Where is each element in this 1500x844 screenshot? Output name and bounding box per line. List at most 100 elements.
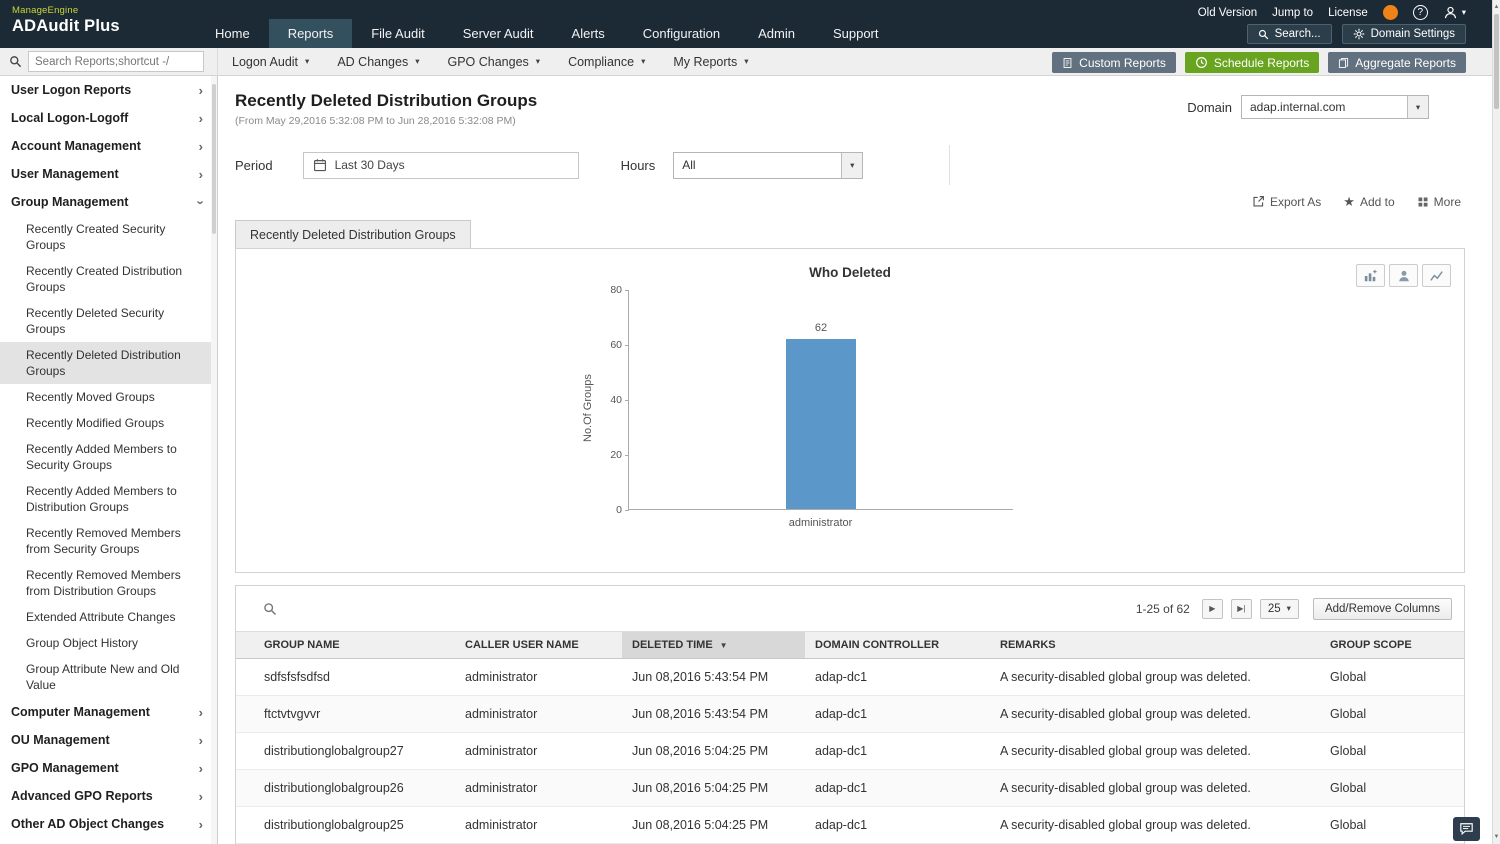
- sidebar-item-user-management[interactable]: User Management›: [0, 160, 217, 188]
- period-picker[interactable]: Last 30 Days: [303, 152, 579, 179]
- add-to-button[interactable]: ★ Add to: [1343, 193, 1394, 210]
- table-row[interactable]: distributionglobalgroup26administratorJu…: [236, 770, 1464, 807]
- top-link-license[interactable]: License: [1328, 7, 1368, 19]
- sidebar-item-recently-modified-groups[interactable]: Recently Modified Groups: [0, 410, 217, 436]
- last-page-button[interactable]: ▶|: [1231, 599, 1252, 619]
- chevron-down-icon: ▾: [305, 57, 309, 66]
- scroll-down-icon[interactable]: ▼: [1493, 831, 1500, 843]
- sidebar-item-recently-moved-groups[interactable]: Recently Moved Groups: [0, 384, 217, 410]
- menu-my-reports[interactable]: My Reports▾: [659, 48, 762, 75]
- nav-item-admin[interactable]: Admin: [739, 19, 814, 48]
- chevron-down-icon: ▾: [415, 57, 419, 66]
- sidebar-item-label: GPO Management: [11, 761, 119, 775]
- help-icon[interactable]: ?: [1413, 5, 1428, 20]
- top-link-jump-to[interactable]: Jump to: [1272, 7, 1313, 19]
- sidebar-item-extended-attribute-changes[interactable]: Extended Attribute Changes: [0, 604, 217, 630]
- table-row[interactable]: distributionglobalgroup27administratorJu…: [236, 733, 1464, 770]
- nav-item-support[interactable]: Support: [814, 19, 898, 48]
- sidebar-item-recently-added-members-to-security-groups[interactable]: Recently Added Members to Security Group…: [0, 436, 217, 478]
- sidebar-scrollbar-thumb[interactable]: [212, 84, 216, 234]
- nav-item-file-audit[interactable]: File Audit: [352, 19, 443, 48]
- y-tick-label: 0: [596, 504, 622, 516]
- table-row[interactable]: ftctvtvgvvradministratorJun 08,2016 5:43…: [236, 696, 1464, 733]
- sidebar-item-recently-created-distribution-groups[interactable]: Recently Created Distribution Groups: [0, 258, 217, 300]
- user-menu[interactable]: ▾: [1443, 5, 1466, 20]
- chart-type-line-icon[interactable]: [1422, 264, 1451, 287]
- chevron-right-icon: ›: [199, 706, 203, 719]
- scrollbar-thumb[interactable]: [1494, 14, 1499, 109]
- sidebar-item-ou-management[interactable]: OU Management›: [0, 726, 217, 754]
- column-header-caller-user-name[interactable]: CALLER USER NAME: [455, 632, 622, 659]
- sidebar-item-other-ad-object-changes[interactable]: Other AD Object Changes›: [0, 810, 217, 838]
- column-header-group-scope[interactable]: GROUP SCOPE: [1320, 632, 1464, 659]
- hours-select[interactable]: All ▾: [673, 152, 863, 179]
- table-cell: Jun 08,2016 5:04:25 PM: [622, 807, 805, 844]
- chart-bar[interactable]: [786, 339, 856, 510]
- nav-item-alerts[interactable]: Alerts: [553, 19, 624, 48]
- sidebar-item-group-attribute-new-and-old-value[interactable]: Group Attribute New and Old Value: [0, 656, 217, 698]
- sidebar-item-configuration-auditing[interactable]: Configuration Auditing›: [0, 838, 217, 844]
- search-icon: [1258, 29, 1269, 40]
- sidebar-item-recently-created-security-groups[interactable]: Recently Created Security Groups: [0, 216, 217, 258]
- column-header-remarks[interactable]: REMARKS: [990, 632, 1320, 659]
- column-header-deleted-time[interactable]: DELETED TIME▼: [622, 632, 805, 659]
- domain-select[interactable]: adap.internal.com ▾: [1241, 95, 1429, 119]
- chevron-down-icon: ▾: [641, 57, 645, 66]
- schedule-reports-button[interactable]: Schedule Reports: [1185, 52, 1319, 73]
- nav-item-server-audit[interactable]: Server Audit: [444, 19, 553, 48]
- chart-user-filter-icon[interactable]: [1389, 264, 1418, 287]
- more-button[interactable]: More: [1417, 193, 1461, 210]
- column-header-domain-controller[interactable]: DOMAIN CONTROLLER: [805, 632, 990, 659]
- custom-reports-button[interactable]: Custom Reports: [1052, 52, 1176, 73]
- feedback-chat-button[interactable]: [1453, 817, 1480, 841]
- sidebar-item-recently-removed-members-from-distribution-groups[interactable]: Recently Removed Members from Distributi…: [0, 562, 217, 604]
- menu-gpo-changes[interactable]: GPO Changes▾: [433, 48, 554, 75]
- menu-compliance[interactable]: Compliance▾: [554, 48, 659, 75]
- sidebar-item-advanced-gpo-reports[interactable]: Advanced GPO Reports›: [0, 782, 217, 810]
- column-header-group-name[interactable]: GROUP NAME: [236, 632, 455, 659]
- sidebar-item-user-logon-reports[interactable]: User Logon Reports›: [0, 76, 217, 104]
- sidebar-item-group-management[interactable]: Group Management›: [0, 188, 217, 216]
- title-row: Recently Deleted Distribution Groups (Fr…: [235, 91, 1465, 127]
- nav-item-home[interactable]: Home: [196, 19, 269, 48]
- next-page-button[interactable]: ▶: [1202, 599, 1223, 619]
- domain-row: Domain adap.internal.com ▾: [1187, 95, 1429, 119]
- page-scrollbar[interactable]: ▲ ▼: [1492, 0, 1500, 844]
- global-search-button[interactable]: Search...: [1247, 24, 1332, 44]
- sidebar-item-group-object-history[interactable]: Group Object History: [0, 630, 217, 656]
- x-axis-category: administrator: [628, 517, 1013, 529]
- report-search-input[interactable]: [28, 51, 204, 72]
- page-size-select[interactable]: 25 ▾: [1260, 599, 1299, 619]
- notification-icon[interactable]: [1383, 5, 1398, 20]
- chart-panel: Who Deleted No.Of Groups: [235, 248, 1465, 573]
- sidebar-item-computer-management[interactable]: Computer Management›: [0, 698, 217, 726]
- add-remove-columns-button[interactable]: Add/Remove Columns: [1313, 598, 1452, 620]
- table-row[interactable]: sdfsfsfsdfsdadministratorJun 08,2016 5:4…: [236, 659, 1464, 696]
- table-cell: adap-dc1: [805, 696, 990, 733]
- sidebar-item-recently-deleted-security-groups[interactable]: Recently Deleted Security Groups: [0, 300, 217, 342]
- menu-ad-changes[interactable]: AD Changes▾: [323, 48, 433, 75]
- aggregate-reports-button[interactable]: Aggregate Reports: [1328, 52, 1466, 73]
- scroll-up-icon[interactable]: ▲: [1493, 1, 1500, 13]
- table-panel: 1-25 of 62 ▶ ▶| 25 ▾ Add/Remove Columns …: [235, 585, 1465, 844]
- sidebar-item-recently-removed-members-from-security-groups[interactable]: Recently Removed Members from Security G…: [0, 520, 217, 562]
- sidebar-item-recently-added-members-to-distribution-groups[interactable]: Recently Added Members to Distribution G…: [0, 478, 217, 520]
- chart-type-bar-icon[interactable]: [1356, 264, 1385, 287]
- nav-item-reports[interactable]: Reports: [269, 19, 353, 48]
- table-cell: A security-disabled global group was del…: [990, 659, 1320, 696]
- table-search-icon[interactable]: [263, 602, 277, 616]
- export-as-button[interactable]: Export As: [1252, 193, 1321, 210]
- sidebar-item-account-management[interactable]: Account Management›: [0, 132, 217, 160]
- tab-recently-deleted-distribution-groups[interactable]: Recently Deleted Distribution Groups: [235, 220, 471, 248]
- top-link-old-version[interactable]: Old Version: [1198, 7, 1257, 19]
- table-row[interactable]: distributionglobalgroup25administratorJu…: [236, 807, 1464, 844]
- nav-item-configuration[interactable]: Configuration: [624, 19, 739, 48]
- menu-logon-audit[interactable]: Logon Audit▾: [218, 48, 323, 75]
- table-body: sdfsfsfsdfsdadministratorJun 08,2016 5:4…: [236, 659, 1464, 844]
- sidebar-scrollbar[interactable]: [211, 76, 217, 844]
- sidebar-item-local-logon-logoff[interactable]: Local Logon-Logoff›: [0, 104, 217, 132]
- app-logo[interactable]: ManageEngine ADAudit Plus: [0, 0, 196, 48]
- sidebar-item-recently-deleted-distribution-groups[interactable]: Recently Deleted Distribution Groups: [0, 342, 217, 384]
- domain-settings-button[interactable]: Domain Settings: [1342, 24, 1466, 44]
- sidebar-item-gpo-management[interactable]: GPO Management›: [0, 754, 217, 782]
